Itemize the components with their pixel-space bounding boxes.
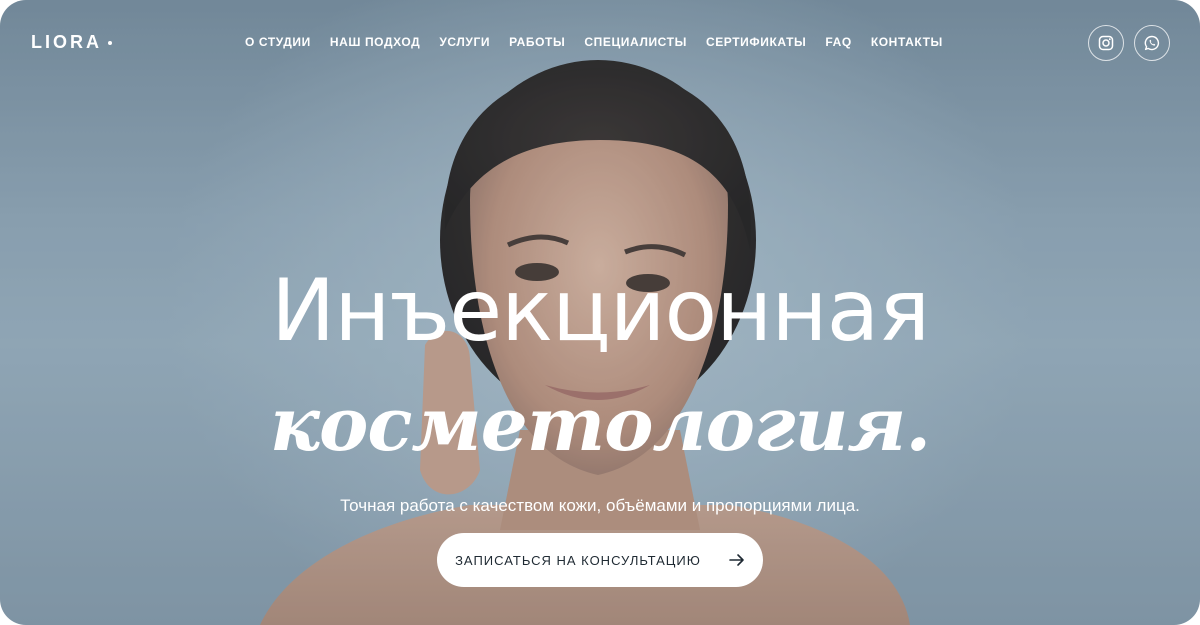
nav-item-faq[interactable]: FAQ [825, 35, 851, 49]
book-consultation-button[interactable]: ЗАПИСАТЬСЯ НА КОНСУЛЬТАЦИЮ [437, 533, 763, 587]
instagram-button[interactable] [1088, 25, 1124, 61]
whatsapp-icon [1144, 35, 1160, 51]
nav-item-contacts[interactable]: КОНТАКТЫ [871, 35, 943, 49]
nav-item-works[interactable]: РАБОТЫ [509, 35, 565, 49]
main-nav: О СТУДИИ НАШ ПОДХОД УСЛУГИ РАБОТЫ СПЕЦИА… [245, 35, 943, 49]
nav-item-approach[interactable]: НАШ ПОДХОД [330, 35, 421, 49]
nav-item-about[interactable]: О СТУДИИ [245, 35, 311, 49]
arrow-right-icon [729, 553, 745, 567]
brand-logo[interactable]: LIORA [31, 32, 112, 53]
instagram-icon [1098, 35, 1114, 51]
logo-dot [108, 40, 112, 45]
nav-item-specialists[interactable]: СПЕЦИАЛИСТЫ [584, 35, 687, 49]
hero-subtitle: Точная работа с качеством кожи, объёмами… [340, 496, 860, 515]
hero-headline-line1: Инъекционная [270, 261, 930, 361]
nav-item-certificates[interactable]: СЕРТИФИКАТЫ [706, 35, 806, 49]
logo-text: LIORA [31, 32, 102, 52]
hero-headline-line2: косметология. [269, 382, 931, 468]
cta-label: ЗАПИСАТЬСЯ НА КОНСУЛЬТАЦИЮ [455, 552, 701, 568]
nav-item-services[interactable]: УСЛУГИ [439, 35, 490, 49]
site-header: LIORA О СТУДИИ НАШ ПОДХОД УСЛУГИ РАБОТЫ … [0, 0, 1200, 86]
hero-section: LIORA О СТУДИИ НАШ ПОДХОД УСЛУГИ РАБОТЫ … [0, 0, 1200, 625]
whatsapp-button[interactable] [1134, 25, 1170, 61]
social-links [1088, 25, 1170, 61]
